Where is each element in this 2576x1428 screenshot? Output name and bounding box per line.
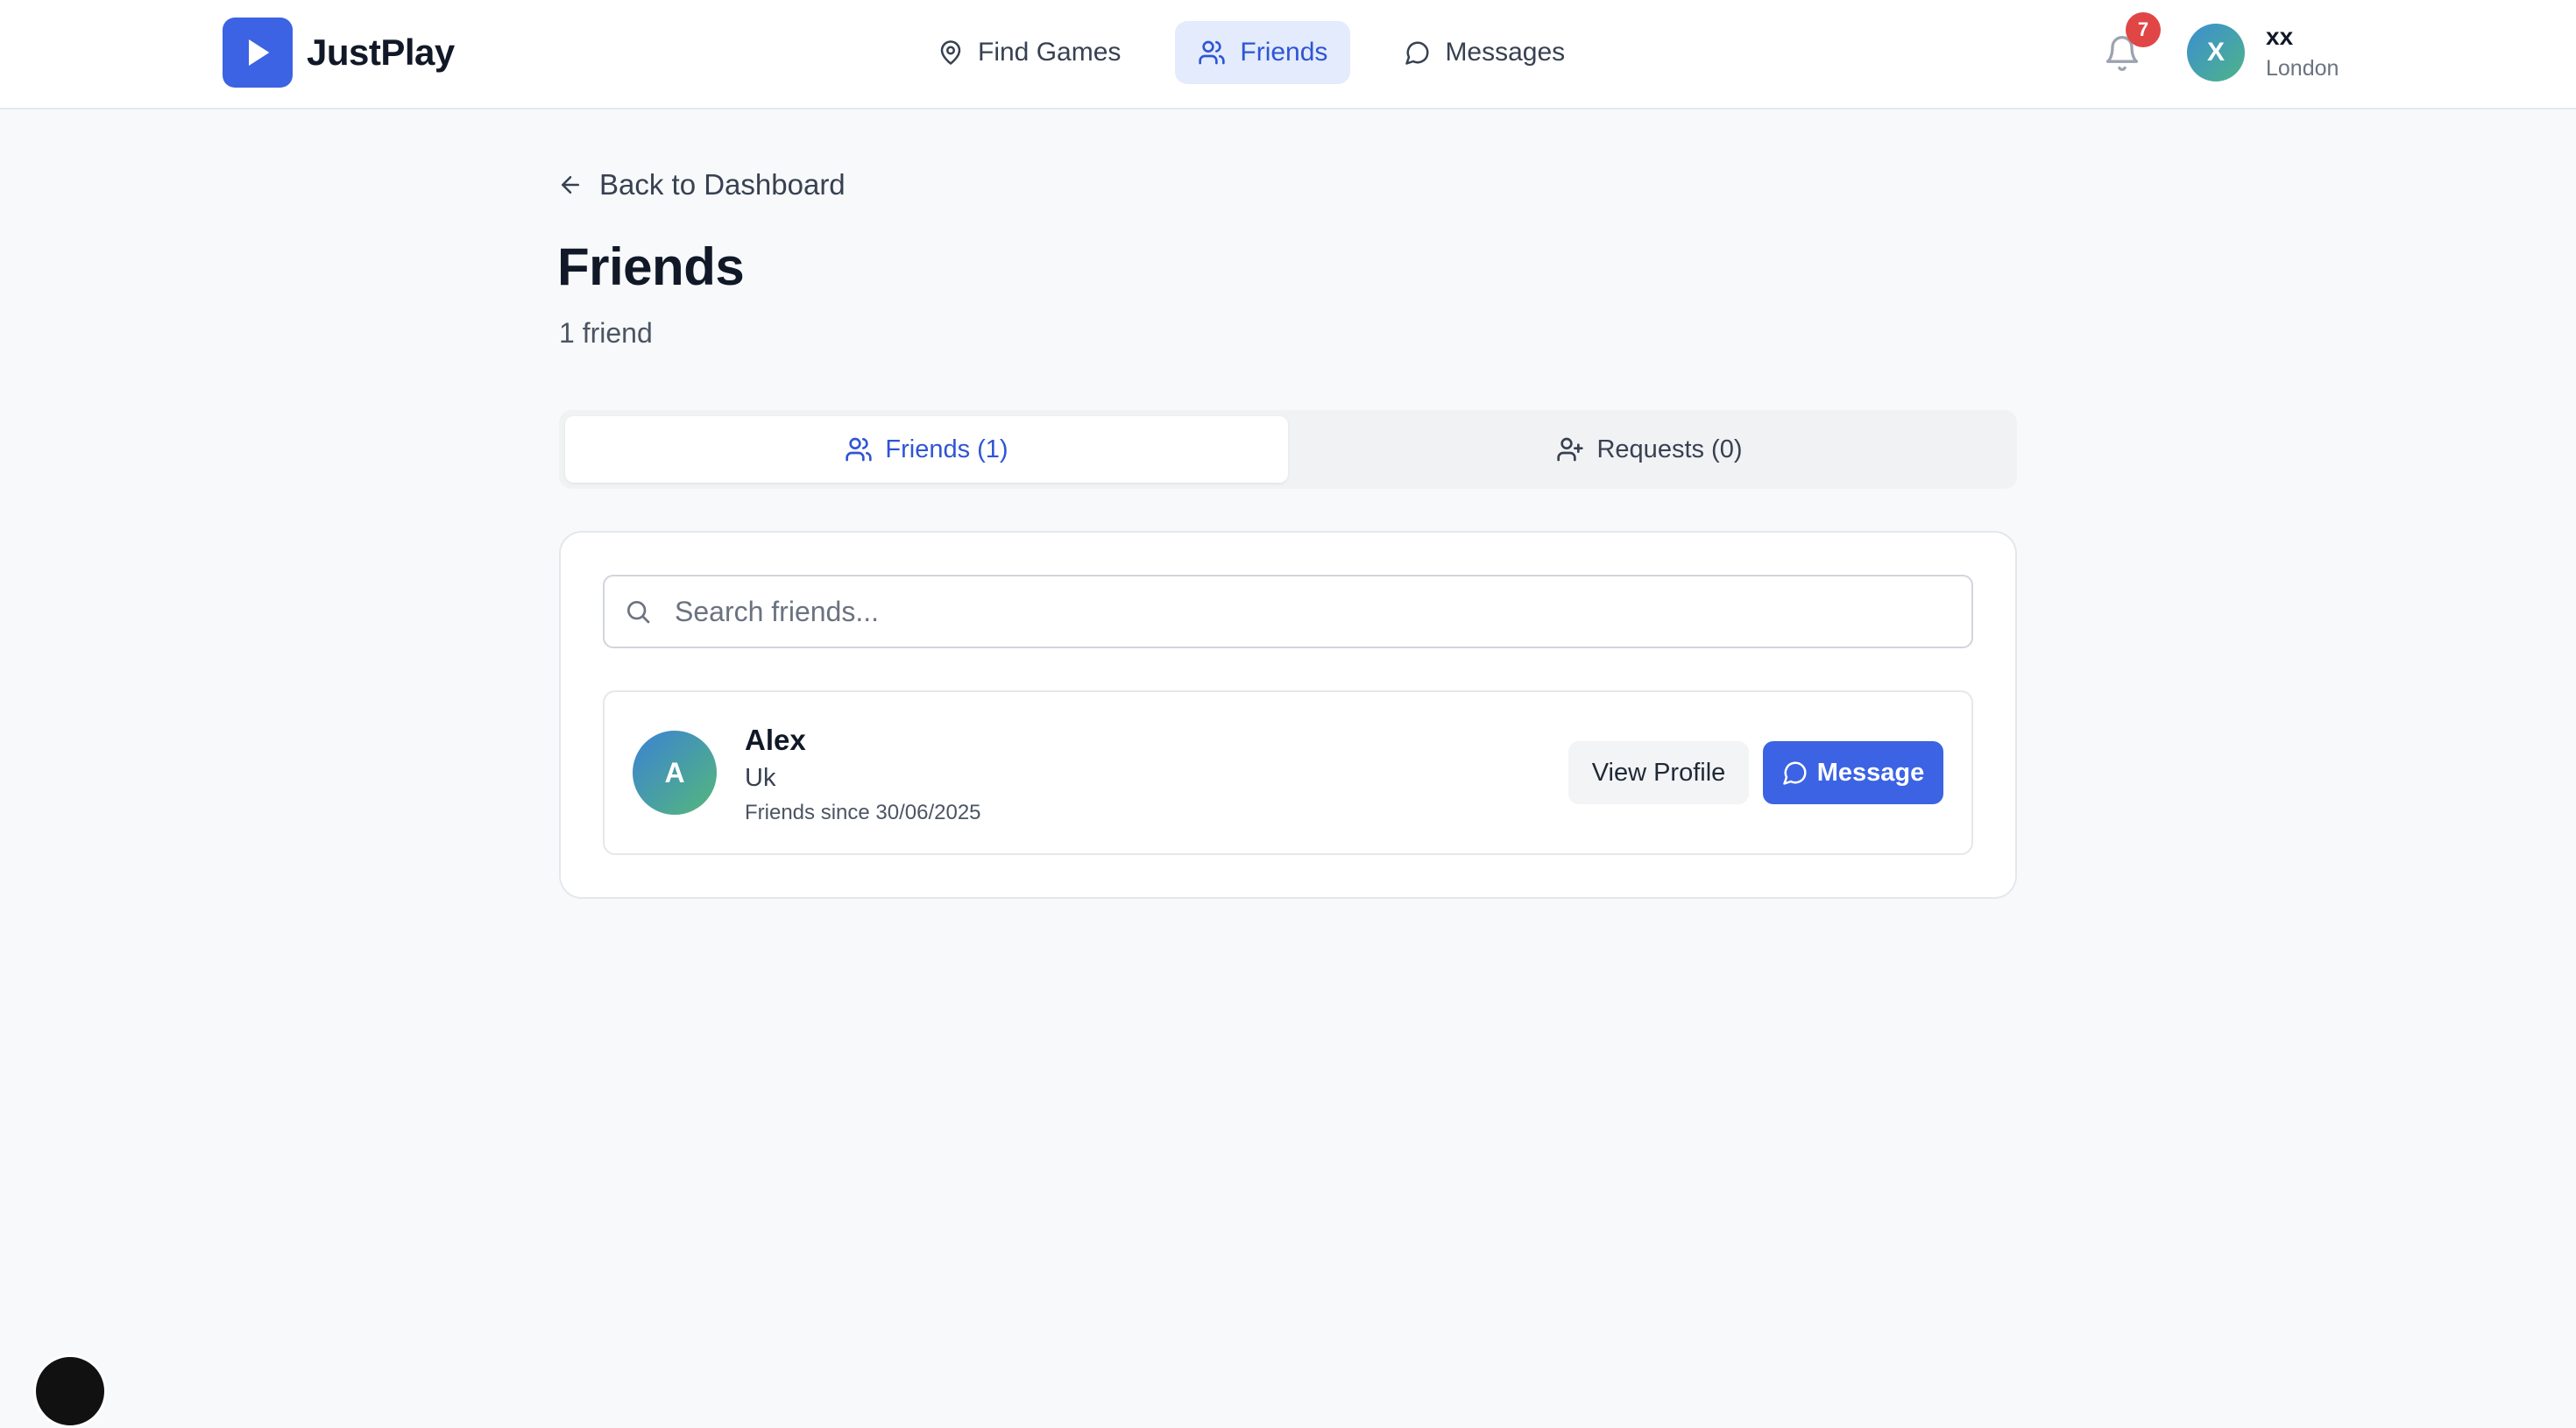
message-button[interactable]: Message	[1763, 741, 1943, 804]
search-box	[603, 575, 1973, 648]
friend-location: Uk	[745, 764, 776, 792]
bolt-badge-icon[interactable]	[33, 1354, 107, 1428]
message-circle-icon	[1782, 761, 1807, 785]
nav-find-games-label: Find Games	[978, 38, 1122, 67]
nav-friends[interactable]: Friends	[1175, 21, 1351, 84]
friends-since: Friends since 30/06/2025	[745, 801, 981, 824]
users-icon	[1199, 40, 1226, 65]
message-circle-icon	[1405, 41, 1429, 65]
nav-friends-label: Friends	[1240, 38, 1328, 67]
friends-card: A Alex Uk Friends since 30/06/2025 View …	[559, 531, 2017, 899]
tab-requests[interactable]: Requests (0)	[1288, 416, 2011, 483]
tab-friends-label: Friends (1)	[885, 435, 1008, 463]
friend-name: Alex	[745, 724, 806, 756]
message-label: Message	[1816, 758, 1925, 787]
view-profile-label: View Profile	[1591, 758, 1726, 787]
brand-name: JustPlay	[307, 32, 455, 73]
friends-tabs: Friends (1) Requests (0)	[559, 410, 2017, 489]
user-location: London	[2266, 56, 2339, 81]
friend-count: 1 friend	[559, 317, 653, 349]
top-navbar: JustPlay Find Games Friends Messages 7 X…	[0, 0, 2576, 110]
tab-friends[interactable]: Friends (1)	[565, 416, 1288, 483]
search-icon	[627, 601, 650, 624]
search-input[interactable]	[675, 576, 1954, 647]
nav-messages[interactable]: Messages	[1382, 21, 1588, 84]
tab-requests-label: Requests (0)	[1596, 435, 1743, 463]
back-label: Back to Dashboard	[599, 168, 846, 201]
main-nav: Find Games Friends Messages	[915, 21, 1588, 84]
users-icon	[846, 437, 873, 462]
nav-messages-label: Messages	[1445, 38, 1566, 67]
arrow-left-icon	[562, 176, 579, 194]
notification-badge: 7	[2126, 12, 2161, 47]
back-to-dashboard-link[interactable]: Back to Dashboard	[557, 168, 846, 201]
friend-avatar[interactable]: A	[633, 731, 717, 815]
view-profile-button[interactable]: View Profile	[1568, 741, 1749, 804]
friend-list-item: A Alex Uk Friends since 30/06/2025 View …	[603, 690, 1973, 855]
map-pin-icon	[940, 40, 961, 65]
user-name: xx	[2266, 23, 2294, 50]
user-avatar[interactable]: X	[2187, 24, 2245, 81]
page-title: Friends	[557, 237, 745, 296]
user-plus-icon	[1557, 437, 1584, 462]
play-logo-icon	[223, 18, 293, 88]
brand[interactable]: JustPlay	[223, 18, 455, 88]
nav-find-games[interactable]: Find Games	[915, 21, 1143, 84]
